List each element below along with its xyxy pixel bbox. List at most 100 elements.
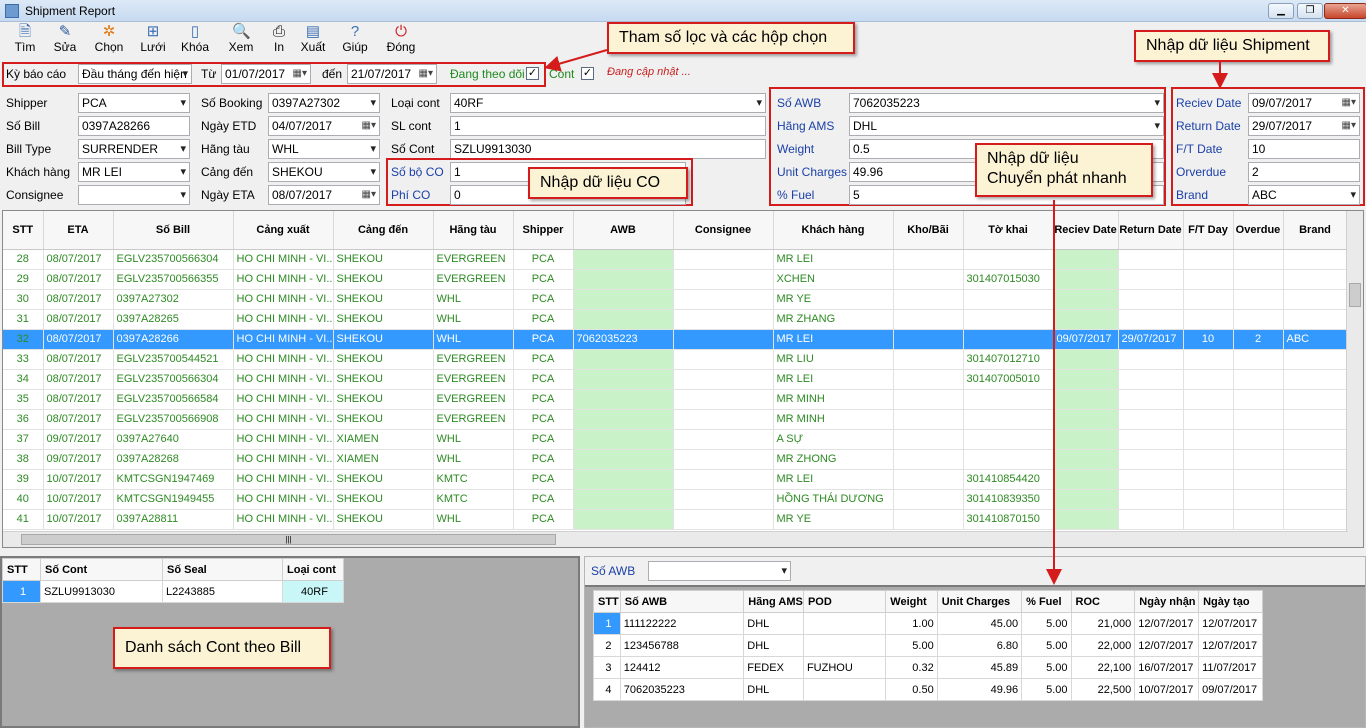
toolbar-button-6[interactable]: ⎙ In bbox=[260, 24, 298, 58]
grid-cell[interactable]: EGLV235700566304 bbox=[113, 249, 234, 270]
grid-cell[interactable] bbox=[673, 469, 774, 490]
grid-cell[interactable] bbox=[673, 509, 774, 530]
grid-cell[interactable]: MR MINH bbox=[773, 409, 894, 430]
awb-cell[interactable]: 22,100 bbox=[1070, 656, 1136, 679]
grid-cell[interactable]: 37 bbox=[3, 429, 44, 450]
grid-cell[interactable] bbox=[893, 389, 964, 410]
awb-cell[interactable]: 12/07/2017 bbox=[1198, 612, 1263, 635]
cont-header-1[interactable]: Số Cont bbox=[40, 558, 163, 581]
grid-cell[interactable]: SHEKOU bbox=[333, 469, 434, 490]
customer-select[interactable]: MR LEI bbox=[78, 162, 190, 182]
cont-checkbox[interactable]: ✓ bbox=[581, 67, 594, 80]
grid-cell[interactable]: HO CHI MINH - VI... bbox=[233, 409, 334, 430]
grid-cell[interactable]: HO CHI MINH - VI... bbox=[233, 329, 334, 350]
grid-cell[interactable]: MR LEI bbox=[773, 249, 894, 270]
grid-cell[interactable] bbox=[893, 309, 964, 330]
grid-cell[interactable] bbox=[1233, 309, 1284, 330]
cont-header-0[interactable]: STT bbox=[2, 558, 41, 581]
grid-cell[interactable]: WHL bbox=[433, 429, 514, 450]
awb-cell[interactable]: 5.00 bbox=[1021, 656, 1072, 679]
grid-cell[interactable]: ABC bbox=[1283, 329, 1348, 350]
awb-cell[interactable]: 5.00 bbox=[885, 634, 938, 657]
grid-cell[interactable] bbox=[1053, 309, 1119, 330]
grid-cell[interactable] bbox=[1183, 249, 1234, 270]
grid-cell[interactable]: 301410839350 bbox=[963, 489, 1054, 510]
booking-select[interactable]: 0397A27302 bbox=[268, 93, 380, 113]
awb-cell[interactable]: FEDEX bbox=[743, 656, 804, 679]
grid-cell[interactable] bbox=[673, 429, 774, 450]
grid-cell[interactable] bbox=[1053, 509, 1119, 530]
grid-cell[interactable]: 38 bbox=[3, 449, 44, 470]
grid-cell[interactable]: PCA bbox=[513, 489, 574, 510]
grid-cell[interactable]: 08/07/2017 bbox=[43, 309, 114, 330]
grid-cell[interactable] bbox=[1283, 489, 1348, 510]
grid-header-9[interactable]: Khách hàng bbox=[773, 211, 894, 250]
grid-cell[interactable]: 40 bbox=[3, 489, 44, 510]
grid-cell[interactable]: EGLV235700566355 bbox=[113, 269, 234, 290]
grid-cell[interactable]: 301410854420 bbox=[963, 469, 1054, 490]
grid-cell[interactable]: 08/07/2017 bbox=[43, 349, 114, 370]
grid-cell[interactable]: 08/07/2017 bbox=[43, 329, 114, 350]
return-date-picker[interactable]: 29/07/2017 bbox=[1248, 116, 1360, 136]
grid-cell[interactable]: HO CHI MINH - VI... bbox=[233, 289, 334, 310]
cont-cell[interactable]: 1 bbox=[2, 580, 41, 603]
grid-cell[interactable]: PCA bbox=[513, 309, 574, 330]
grid-cell[interactable] bbox=[573, 349, 674, 370]
awb-cell[interactable]: 7062035223 bbox=[619, 678, 745, 701]
grid-cell[interactable]: WHL bbox=[433, 449, 514, 470]
awb-cell[interactable]: 22,000 bbox=[1070, 634, 1136, 657]
awb-cell[interactable]: 09/07/2017 bbox=[1198, 678, 1263, 701]
grid-cell[interactable] bbox=[1053, 269, 1119, 290]
grid-cell[interactable] bbox=[573, 509, 674, 530]
grid-cell[interactable]: 32 bbox=[3, 329, 44, 350]
grid-cell[interactable]: PCA bbox=[513, 369, 574, 390]
grid-cell[interactable]: KMTCSGN1947469 bbox=[113, 469, 234, 490]
grid-cell[interactable]: XIAMEN bbox=[333, 449, 434, 470]
grid-cell[interactable] bbox=[673, 269, 774, 290]
grid-cell[interactable] bbox=[963, 329, 1054, 350]
consignee-select[interactable] bbox=[78, 185, 190, 205]
grid-cell[interactable] bbox=[1183, 269, 1234, 290]
grid-cell[interactable] bbox=[1183, 369, 1234, 390]
grid-cell[interactable]: 08/07/2017 bbox=[43, 249, 114, 270]
awb-header-7[interactable]: ROC bbox=[1070, 590, 1136, 613]
table-row[interactable]: 35 08/07/2017 EGLV235700566584 HO CHI MINH … bbox=[3, 389, 1348, 410]
grid-cell[interactable]: 0397A28265 bbox=[113, 309, 234, 330]
awb-cell[interactable]: 12/07/2017 bbox=[1134, 612, 1200, 635]
grid-cell[interactable] bbox=[673, 249, 774, 270]
grid-cell[interactable] bbox=[1053, 349, 1119, 370]
awb-header-0[interactable]: STT bbox=[593, 590, 621, 613]
grid-cell[interactable]: WHL bbox=[433, 289, 514, 310]
grid-header-0[interactable]: STT bbox=[3, 211, 44, 250]
grid-cell[interactable]: PCA bbox=[513, 389, 574, 410]
grid-cell[interactable] bbox=[673, 329, 774, 350]
grid-cell[interactable] bbox=[1233, 289, 1284, 310]
grid-cell[interactable] bbox=[673, 449, 774, 470]
grid-header-13[interactable]: Return Date bbox=[1118, 211, 1184, 250]
grid-cell[interactable]: 10/07/2017 bbox=[43, 469, 114, 490]
grid-cell[interactable]: SHEKOU bbox=[333, 329, 434, 350]
grid-cell[interactable] bbox=[893, 269, 964, 290]
minimize-button[interactable]: ▁ bbox=[1268, 3, 1294, 19]
grid-cell[interactable]: 29 bbox=[3, 269, 44, 290]
grid-cell[interactable] bbox=[673, 389, 774, 410]
recv-date-picker[interactable]: 09/07/2017 bbox=[1248, 93, 1360, 113]
table-row[interactable]: 29 08/07/2017 EGLV235700566355 HO CHI MINH … bbox=[3, 269, 1348, 290]
grid-cell[interactable]: MR YE bbox=[773, 509, 894, 530]
grid-cell[interactable]: MR ZHONG bbox=[773, 449, 894, 470]
grid-cell[interactable] bbox=[573, 449, 674, 470]
to-date-picker[interactable]: 21/07/2017 bbox=[347, 64, 437, 84]
grid-cell[interactable]: 08/07/2017 bbox=[43, 389, 114, 410]
grid-cell[interactable]: PCA bbox=[513, 289, 574, 310]
port-select[interactable]: SHEKOU bbox=[268, 162, 380, 182]
grid-cell[interactable] bbox=[1118, 509, 1184, 530]
grid-cell[interactable] bbox=[893, 489, 964, 510]
grid-cell[interactable] bbox=[1118, 269, 1184, 290]
grid-header-4[interactable]: Cảng đến bbox=[333, 211, 434, 250]
grid-cell[interactable]: EVERGREEN bbox=[433, 389, 514, 410]
grid-cell[interactable] bbox=[1053, 429, 1119, 450]
awb-header-8[interactable]: Ngày nhận bbox=[1134, 590, 1200, 613]
grid-cell[interactable] bbox=[1233, 269, 1284, 290]
grid-cell[interactable]: MR LEI bbox=[773, 369, 894, 390]
grid-cell[interactable] bbox=[1118, 489, 1184, 510]
